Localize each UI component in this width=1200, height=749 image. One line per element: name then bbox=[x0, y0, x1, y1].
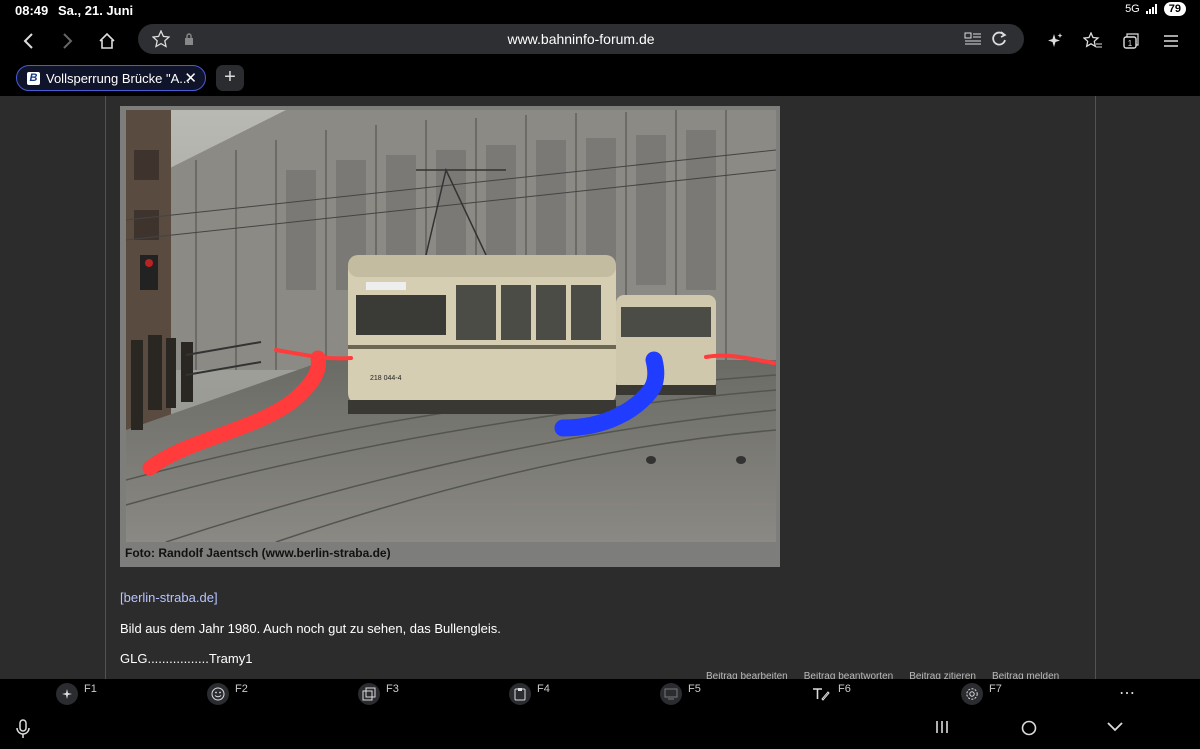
reload-icon[interactable] bbox=[984, 24, 1014, 54]
text-pen-icon bbox=[810, 683, 832, 705]
system-nav-bar bbox=[0, 711, 1200, 749]
post-text-line-1: Bild aus dem Jahr 1980. Auch noch gut zu… bbox=[120, 621, 501, 636]
f4-label: F4 bbox=[537, 683, 550, 695]
report-post-link[interactable]: Beitrag melden bbox=[992, 672, 1059, 679]
tabs-count-icon[interactable]: 1 bbox=[1116, 26, 1146, 56]
tab-title: Vollsperrung Brücke "A... bbox=[46, 70, 191, 86]
edit-post-link[interactable]: Beitrag bearbeiten bbox=[706, 672, 788, 679]
status-bar: 08:49 Sa., 21. Juni 5G 79 bbox=[0, 0, 1200, 22]
svg-text:1: 1 bbox=[1128, 39, 1133, 48]
f7-key[interactable]: F7 bbox=[961, 683, 1002, 705]
home-icon[interactable] bbox=[92, 26, 122, 56]
f5-key[interactable]: F5 bbox=[660, 683, 701, 705]
f2-label: F2 bbox=[235, 683, 248, 695]
battery-level: 79 bbox=[1168, 3, 1181, 15]
status-indicators: 5G 79 bbox=[1125, 2, 1186, 16]
menu-icon[interactable] bbox=[1156, 26, 1186, 56]
f1-label: F1 bbox=[84, 683, 97, 695]
f6-label: F6 bbox=[838, 683, 851, 695]
post-signature: GLG.................Tramy1 bbox=[120, 651, 253, 666]
gallery-icon bbox=[358, 683, 380, 705]
photo-caption: Foto: Randolf Jaentsch (www.berlin-strab… bbox=[125, 546, 391, 560]
status-time: 08:49 bbox=[15, 3, 49, 18]
network-label: 5G bbox=[1125, 3, 1140, 15]
ai-sparkle-icon[interactable] bbox=[1040, 26, 1070, 56]
f5-label: F5 bbox=[688, 683, 701, 695]
back-icon[interactable] bbox=[14, 26, 44, 56]
source-link[interactable]: [berlin-straba.de] bbox=[120, 590, 218, 605]
f2-key[interactable]: F2 bbox=[207, 683, 248, 705]
clipboard-icon bbox=[509, 683, 531, 705]
more-options-icon[interactable]: ⋯ bbox=[1119, 683, 1136, 703]
forward-icon[interactable] bbox=[52, 26, 82, 56]
f6-key[interactable]: F6 bbox=[810, 683, 851, 705]
f3-key[interactable]: F3 bbox=[358, 683, 399, 705]
function-key-bar: F1 F2 F3 F4 F5 F6 F7 ⋯ bbox=[0, 679, 1200, 711]
forum-post: 218 044-4 Foto: Randolf Jaentsch (www.be… bbox=[105, 96, 1096, 679]
close-tab-icon[interactable]: ✕ bbox=[184, 69, 197, 87]
f7-label: F7 bbox=[989, 683, 1002, 695]
quote-post-link[interactable]: Beitrag zitieren bbox=[909, 672, 976, 679]
tram-number-label: 218 044-4 bbox=[370, 375, 402, 382]
site-favicon-icon: B bbox=[27, 71, 40, 85]
home-nav-icon[interactable] bbox=[1020, 719, 1038, 742]
browser-toolbar: www.bahninfo-forum.de 1 bbox=[0, 22, 1200, 60]
reply-post-link[interactable]: Beitrag beantworten bbox=[804, 672, 894, 679]
recent-apps-icon[interactable] bbox=[934, 719, 950, 740]
f3-label: F3 bbox=[386, 683, 399, 695]
post-actions: Beitrag bearbeiten Beitrag beantworten B… bbox=[706, 672, 1059, 679]
screen-icon bbox=[660, 683, 682, 705]
address-bar[interactable]: www.bahninfo-forum.de bbox=[138, 24, 1024, 54]
bookmarks-icon[interactable] bbox=[1078, 26, 1108, 56]
battery-icon: 79 bbox=[1163, 2, 1186, 16]
signal-icon bbox=[1145, 4, 1157, 14]
tab-strip: B Vollsperrung Brücke "A... ✕ + bbox=[0, 60, 1200, 97]
page-content: 218 044-4 Foto: Randolf Jaentsch (www.be… bbox=[0, 96, 1200, 679]
f1-key[interactable]: F1 bbox=[56, 683, 97, 705]
post-photo: 218 044-4 Foto: Randolf Jaentsch (www.be… bbox=[120, 106, 780, 567]
url-text: www.bahninfo-forum.de bbox=[507, 31, 655, 47]
hide-keyboard-icon[interactable] bbox=[1106, 719, 1124, 740]
settings-icon bbox=[961, 683, 983, 705]
tram-photo-image: 218 044-4 bbox=[126, 110, 776, 542]
tab-active[interactable]: B Vollsperrung Brücke "A... ✕ bbox=[16, 65, 206, 91]
f4-key[interactable]: F4 bbox=[509, 683, 550, 705]
new-tab-button[interactable]: + bbox=[216, 65, 244, 91]
sparkle-icon bbox=[56, 683, 78, 705]
emoji-icon bbox=[207, 683, 229, 705]
status-date: Sa., 21. Juni bbox=[58, 3, 134, 18]
microphone-icon[interactable] bbox=[15, 719, 31, 744]
